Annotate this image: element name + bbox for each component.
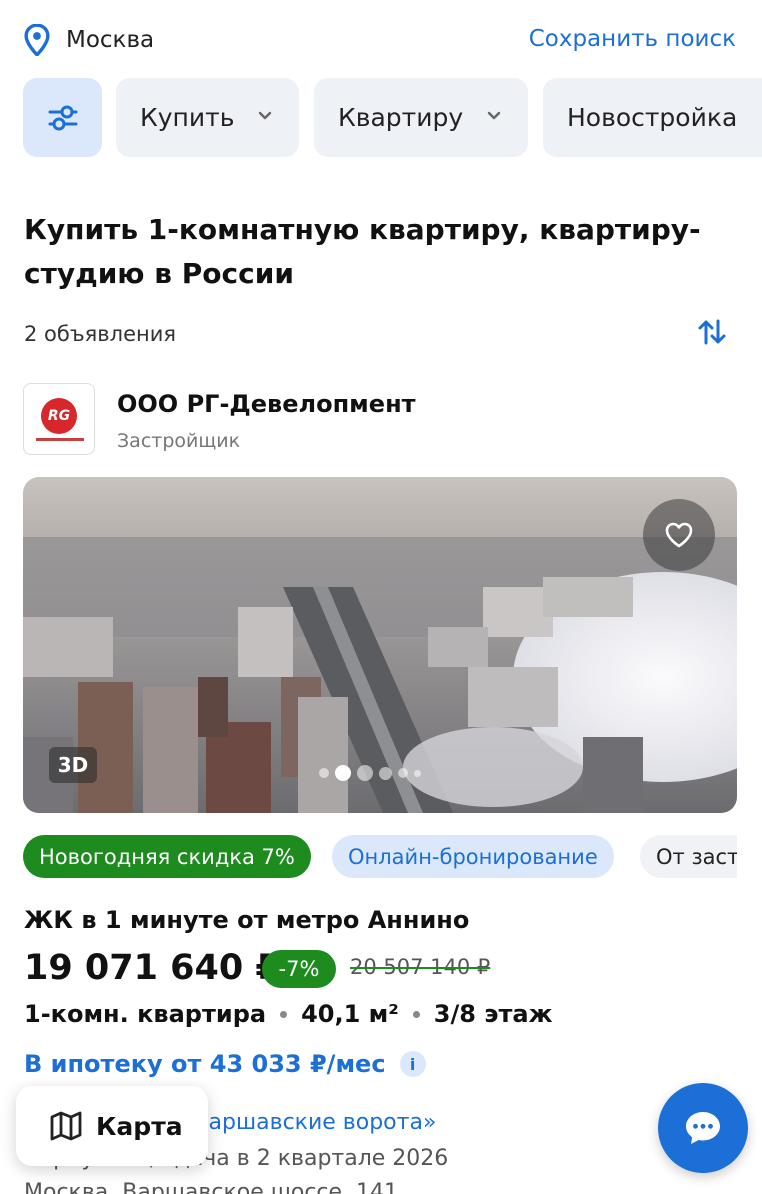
- page-title: Купить 1-комнатную квартиру, квартиру-ст…: [24, 213, 701, 290]
- chevron-down-icon: [487, 111, 501, 120]
- separator-dot: [412, 1010, 420, 1018]
- city-label: Москва: [66, 27, 155, 53]
- project-link[interactable]: «Варшавские ворота»: [180, 1110, 436, 1135]
- gallery-dot: [414, 769, 421, 777]
- save-search-link[interactable]: Сохранить поиск: [529, 26, 736, 52]
- tour-3d-badge[interactable]: 3D: [49, 747, 97, 783]
- gallery-dot: [398, 768, 408, 778]
- booking-tag: Онлайн-бронирование: [332, 835, 614, 878]
- listing-photo[interactable]: 3D: [23, 477, 737, 813]
- map-icon: [50, 1111, 82, 1141]
- property-type-label: Квартиру: [338, 103, 464, 132]
- mortgage-link[interactable]: В ипотеку от 43 033 ₽/мес i: [24, 1050, 426, 1078]
- promo-tag: Новогодняя скидка 7%: [23, 835, 311, 878]
- floor-value: 3/8 этаж: [433, 1000, 553, 1028]
- sort-icon[interactable]: [696, 316, 728, 348]
- listing-price: 19 071 640 ₽: [24, 948, 280, 988]
- top-bar: Москва Сохранить поиск: [0, 0, 762, 78]
- sliders-icon: [48, 105, 77, 130]
- property-type-dropdown[interactable]: Квартиру: [314, 78, 528, 157]
- heart-icon: [665, 522, 693, 548]
- area-value: 40,1 м²: [301, 1000, 399, 1028]
- deal-type-label: Купить: [140, 103, 235, 132]
- deal-type-dropdown[interactable]: Купить: [116, 78, 299, 157]
- location-selector[interactable]: Москва: [22, 24, 154, 56]
- chat-button[interactable]: [658, 1083, 748, 1173]
- results-count: 2 объявления: [24, 322, 177, 346]
- filter-bar: Купить Квартиру Новостройка: [0, 78, 762, 158]
- separator-dot: [280, 1010, 288, 1018]
- map-button[interactable]: Карта: [16, 1086, 208, 1166]
- listing-specs: 1-комн. квартира 40,1 м² 3/8 этаж: [24, 1000, 553, 1028]
- aerial-city-image: [23, 477, 737, 813]
- map-button-label: Карта: [96, 1111, 183, 1141]
- chevron-down-icon: [258, 111, 272, 120]
- gallery-dot: [357, 765, 373, 781]
- building-type-label: Новостройка: [567, 103, 738, 132]
- mortgage-label: В ипотеку от 43 033 ₽/мес: [24, 1050, 386, 1078]
- gallery-dot: [379, 766, 392, 780]
- gallery-dot-active: [335, 765, 351, 781]
- developer-logo-strip: [36, 438, 84, 441]
- building-type-dropdown[interactable]: Новостройка: [543, 78, 762, 157]
- developer-logo-mark: RG: [41, 398, 77, 434]
- discount-badge: -7%: [262, 950, 336, 988]
- favorite-button[interactable]: [643, 499, 715, 571]
- rooms-value: 1-комн. квартира: [24, 1000, 267, 1028]
- listing-tags: Новогодняя скидка 7% Онлайн-бронирование…: [0, 835, 737, 879]
- gallery-dot: [319, 768, 329, 778]
- listing-name[interactable]: ЖК в 1 минуте от метро Аннино: [24, 906, 469, 934]
- developer-logo[interactable]: RG: [23, 383, 95, 455]
- developer-tag: От застройщика: [640, 835, 737, 878]
- location-pin-icon: [24, 24, 50, 56]
- gallery-pagination: [319, 765, 421, 781]
- developer-role: Застройщик: [117, 430, 241, 452]
- filter-settings-button[interactable]: [23, 78, 102, 157]
- info-icon[interactable]: i: [399, 1051, 426, 1077]
- developer-name[interactable]: ООО РГ-Девелопмент: [117, 390, 416, 418]
- old-price: 20 507 140 ₽: [350, 955, 491, 979]
- listing-address: Москва, Варшавское шоссе, 141: [24, 1180, 399, 1194]
- chat-bubble-icon: [686, 1112, 720, 1144]
